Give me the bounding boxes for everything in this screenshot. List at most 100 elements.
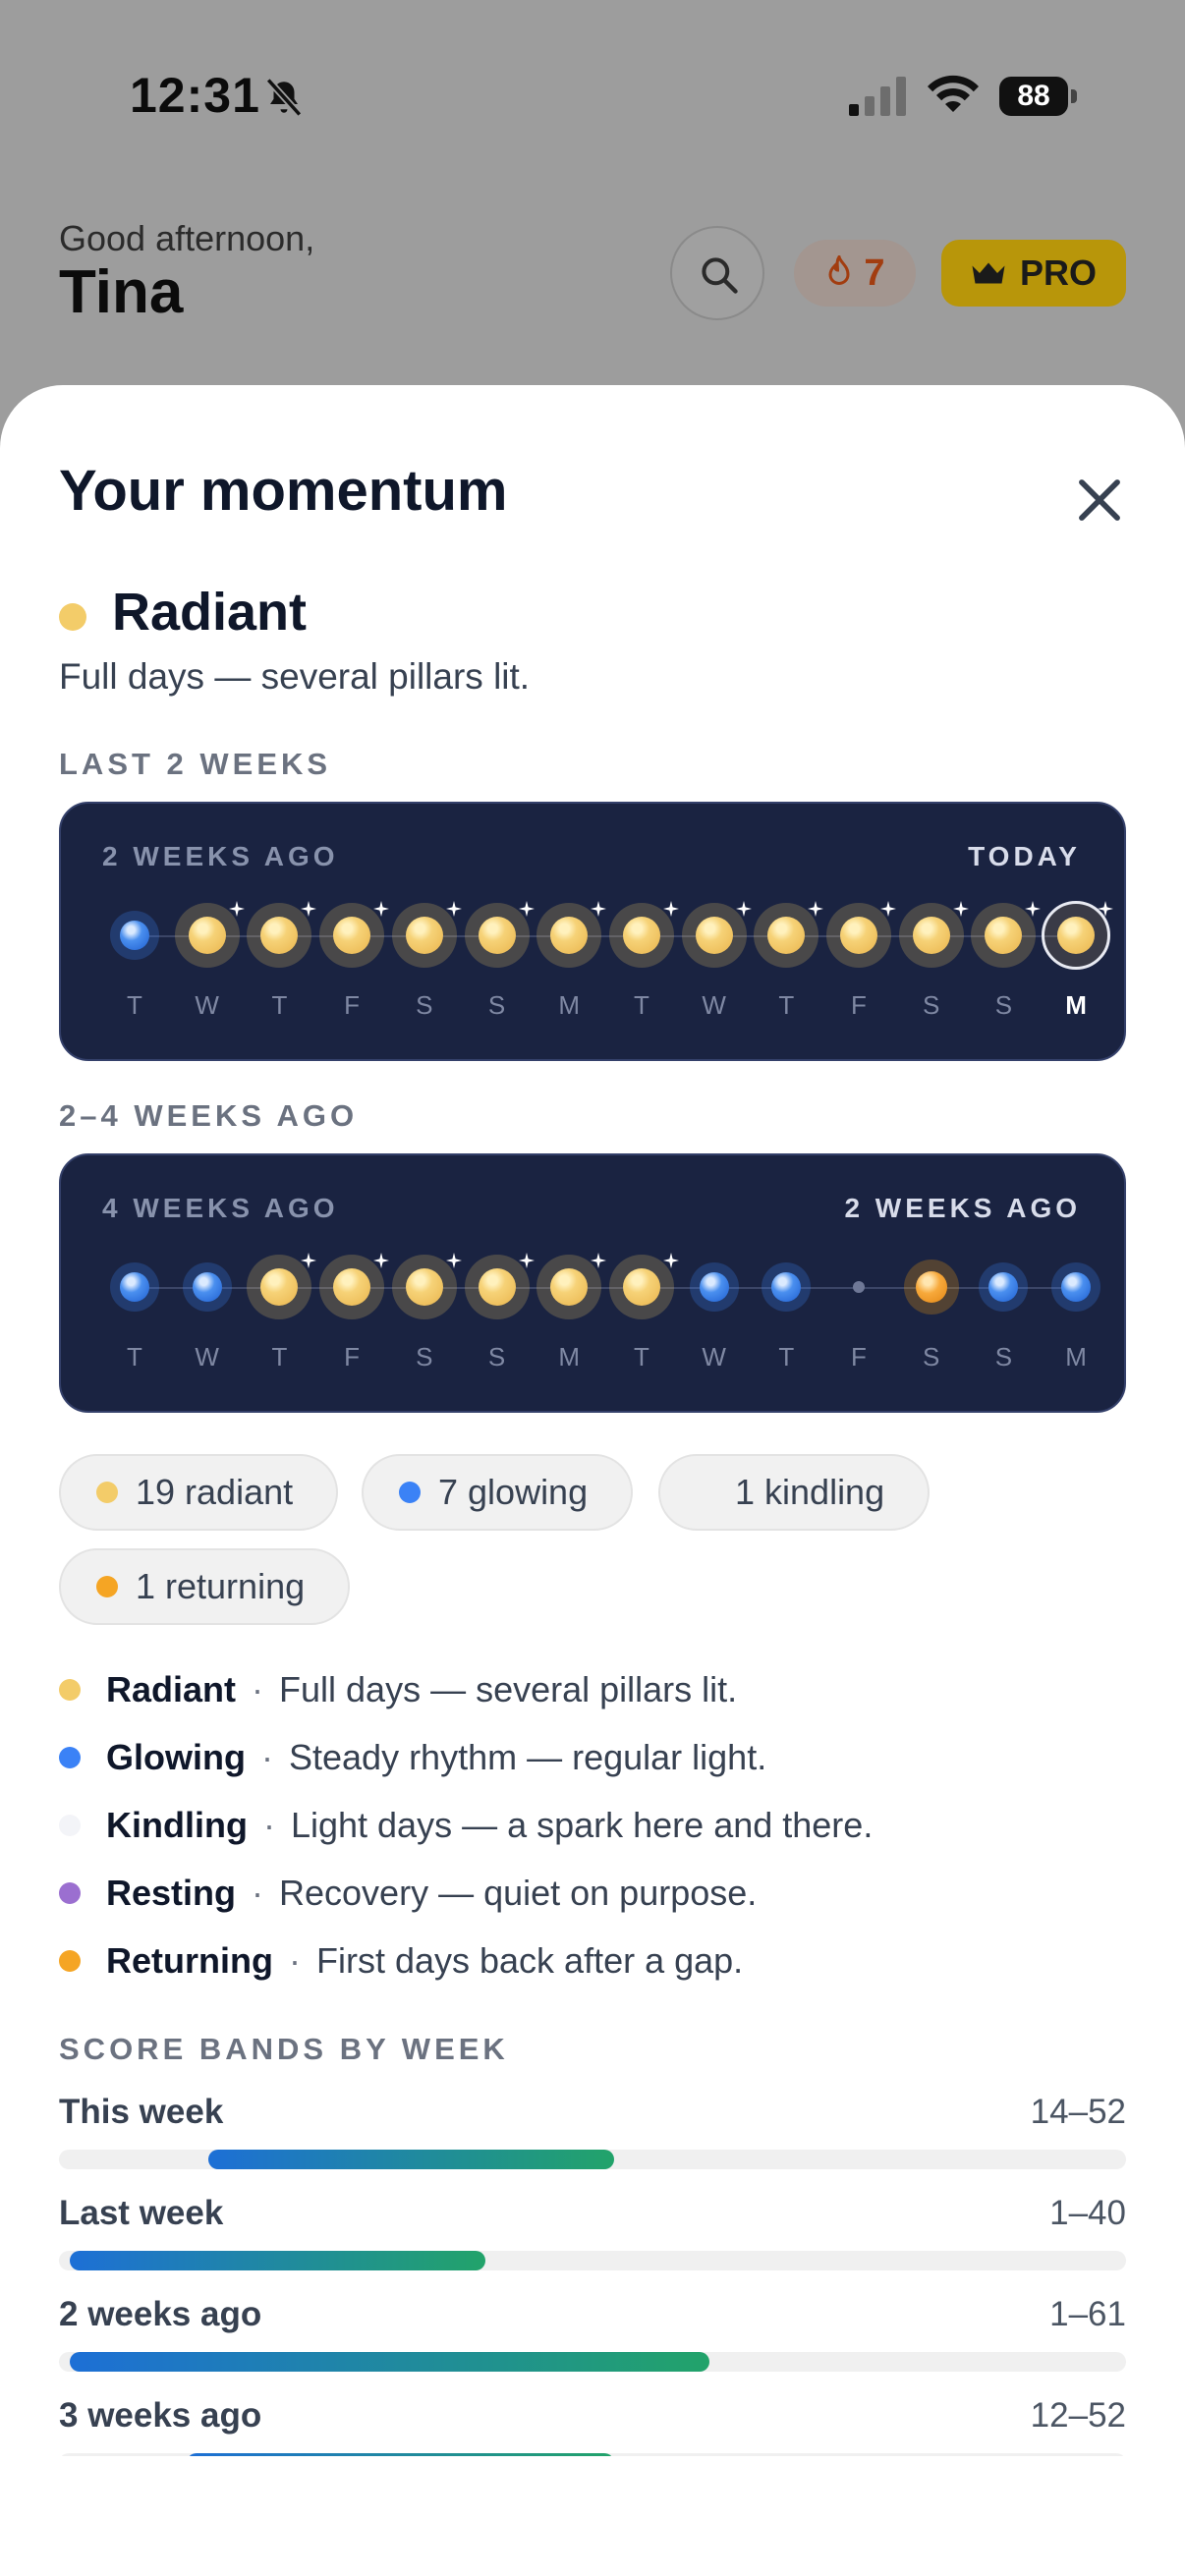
flame-icon	[828, 255, 850, 285]
day-letter: S	[994, 1342, 1013, 1372]
count-chip-dot	[96, 1482, 118, 1503]
count-chip-returning: 1 returning	[59, 1548, 351, 1625]
count-chip-glowing: 7 glowing	[362, 1454, 634, 1531]
crown-icon	[972, 262, 1005, 284]
pro-label: PRO	[1019, 252, 1097, 293]
band-track	[59, 2352, 1126, 2372]
band-week-label: Last week	[59, 2194, 224, 2232]
day-letter: T	[778, 1342, 795, 1372]
band-track	[59, 2150, 1126, 2169]
momentum-sheet: Your momentum Radiant Full days — severa…	[0, 385, 1185, 2576]
sparkle-icon	[301, 1253, 317, 1268]
count-chip-dot	[399, 1482, 421, 1503]
band-fill	[208, 2150, 614, 2169]
day-orb-radiant	[388, 899, 462, 972]
legend-separator: ·	[260, 1737, 273, 1777]
legend-separator: ·	[288, 1940, 301, 1981]
day-letter: T	[127, 990, 142, 1020]
day-letter: T	[633, 990, 649, 1020]
day-orb-radiant	[967, 899, 1042, 972]
current-tier-name: Radiant	[112, 583, 308, 642]
day-orb-radiant	[1040, 899, 1114, 972]
day-letter: M	[1065, 1342, 1087, 1372]
count-chip-radiant: 19 radiant	[59, 1454, 339, 1531]
band-week-label: 2 weeks ago	[59, 2295, 262, 2333]
legend-description: Light days — a spark here and there.	[290, 1805, 874, 1845]
battery-icon: 88	[999, 77, 1080, 116]
day-orb-fill	[110, 1262, 159, 1312]
sparkle-icon	[228, 901, 245, 917]
band-week-label: 3 weeks ago	[59, 2396, 262, 2435]
legend-item-kindling: Kindling · Light days — a spark here and…	[59, 1801, 873, 1850]
day-orb-glowing	[678, 1251, 751, 1323]
day-orb-radiant	[605, 1251, 679, 1323]
day-letter: T	[633, 1342, 649, 1372]
day-letter: S	[416, 990, 433, 1020]
day-letter: S	[487, 990, 506, 1020]
count-chip-label: 7 glowing	[438, 1472, 589, 1512]
day-orb-radiant	[533, 1251, 607, 1323]
band-week-label: This week	[59, 2093, 224, 2131]
count-chip-dot	[96, 1576, 118, 1597]
day-orb-glowing	[171, 1251, 244, 1323]
legend-name: Glowing	[106, 1737, 246, 1777]
recent-weeks-panel: 2 WEEKS AGO TODAY T W T F S S M T W T F S S M	[59, 802, 1126, 1061]
legend-description: Full days — several pillars lit.	[279, 1669, 738, 1709]
legend-dot	[59, 1747, 81, 1768]
count-chip-label: 1 returning	[136, 1566, 306, 1606]
legend-dot	[59, 1950, 81, 1972]
current-tier-description: Full days — several pillars lit.	[59, 656, 531, 697]
battery-level: 88	[999, 77, 1068, 116]
legend-description: Steady rhythm — regular light.	[288, 1737, 767, 1777]
search-icon	[702, 257, 738, 294]
day-letter: T	[271, 990, 288, 1020]
legend-name: Kindling	[106, 1805, 248, 1845]
day-letter: M	[1065, 990, 1087, 1020]
legend-separator: ·	[262, 1805, 275, 1845]
pro-badge-button[interactable]: PRO	[941, 240, 1126, 307]
sparkle-icon	[301, 901, 317, 917]
day-orb-radiant	[533, 899, 607, 972]
band-track	[59, 2251, 1126, 2270]
day-orb-radiant	[822, 899, 896, 972]
sparkle-icon	[518, 901, 535, 917]
sparkle-icon	[735, 901, 752, 917]
day-letter: M	[558, 990, 581, 1020]
sparkle-icon	[373, 1253, 390, 1268]
sparkle-icon	[445, 1253, 462, 1268]
legend-separator: ·	[252, 1669, 264, 1709]
band-range: 12–52	[1030, 2396, 1126, 2435]
day-letter: W	[195, 1342, 219, 1372]
day-letter: T	[271, 1342, 288, 1372]
sparkle-icon	[445, 901, 462, 917]
search-button[interactable]	[670, 226, 764, 320]
status-time: 12:31	[130, 68, 260, 123]
bell-muted-icon	[265, 78, 303, 117]
day-orb-glowing	[750, 1251, 822, 1323]
sparkle-icon	[1025, 901, 1042, 917]
legend-dot	[59, 1679, 81, 1701]
day-orb-glowing	[967, 1251, 1040, 1323]
day-orb-fill	[689, 1262, 739, 1312]
greeting-text: Good afternoon,	[59, 218, 315, 258]
day-letter: W	[702, 1342, 726, 1372]
sparkle-icon	[662, 901, 679, 917]
close-icon[interactable]	[1069, 470, 1130, 531]
day-orb-radiant	[243, 1251, 317, 1323]
wifi-icon	[928, 75, 979, 112]
day-orb-fill	[1051, 1262, 1101, 1312]
streak-chip[interactable]: 7	[794, 240, 916, 307]
older-section-label: 2–4 WEEKS AGO	[59, 1098, 359, 1133]
day-orb-radiant	[461, 899, 535, 972]
legend-dot	[59, 1882, 81, 1904]
user-name: Tina	[59, 258, 184, 326]
status-bar: 12:31 88	[0, 0, 1185, 196]
legend-item-glowing: Glowing · Steady rhythm — regular light.	[59, 1733, 766, 1782]
sheet-title: Your momentum	[59, 459, 508, 523]
recent-section-label: LAST 2 WEEKS	[59, 747, 332, 781]
day-letter: S	[923, 1342, 940, 1372]
count-chip-label: 19 radiant	[136, 1472, 294, 1512]
day-orb-radiant	[678, 899, 752, 972]
count-chip-dot	[696, 1482, 717, 1503]
day-orb-radiant	[388, 1251, 462, 1323]
